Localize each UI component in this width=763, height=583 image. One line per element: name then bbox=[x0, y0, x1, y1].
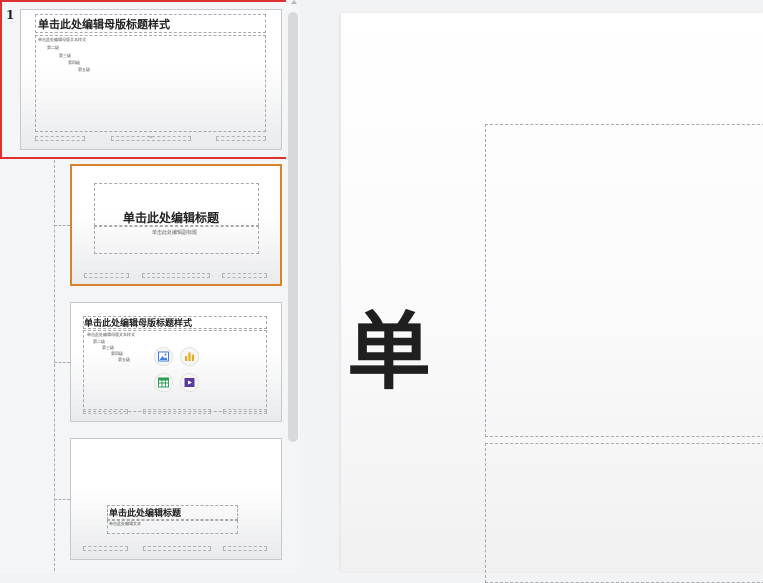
layout-date-placeholder bbox=[84, 273, 129, 278]
content-body-placeholder bbox=[83, 330, 267, 412]
section-number-placeholder bbox=[223, 546, 267, 551]
content-level-1: 单击此处编辑母版文本样式 bbox=[87, 332, 135, 337]
insert-chart-icon[interactable] bbox=[180, 347, 199, 366]
layout-tree-branch bbox=[54, 225, 70, 226]
layout-tree-line bbox=[54, 160, 55, 571]
section-footer-placeholder bbox=[143, 546, 211, 551]
layout-title-slide-thumbnail[interactable]: 单击此处编辑标题 单击此处编辑副标题 bbox=[70, 164, 282, 286]
canvas-title-placeholder[interactable] bbox=[485, 124, 763, 437]
insert-video-icon[interactable] bbox=[180, 373, 199, 392]
section-text: 单击此处编辑文本 bbox=[109, 521, 141, 526]
section-date-placeholder bbox=[83, 546, 128, 551]
content-number-placeholder bbox=[223, 409, 267, 414]
section-title-text: 单击此处编辑标题 bbox=[109, 509, 182, 519]
layout-number-placeholder bbox=[222, 273, 267, 278]
content-level-5: 第五级 bbox=[118, 357, 130, 362]
insert-table-icon[interactable] bbox=[154, 373, 173, 392]
layout-tree-branch bbox=[54, 362, 70, 363]
canvas-title-text[interactable]: 单 bbox=[347, 310, 431, 394]
content-date-placeholder bbox=[83, 409, 128, 414]
layout-tree-branch bbox=[54, 499, 70, 500]
canvas-subtitle-placeholder[interactable] bbox=[485, 443, 763, 583]
insert-picture-icon[interactable] bbox=[154, 347, 173, 366]
layout-content-thumbnail[interactable]: 单击此处编辑母版标题样式 单击此处编辑母版文本样式 第二级 第三级 第四级 第五… bbox=[70, 302, 282, 422]
slide-thumbnail-panel: 1 单击此处编辑母版标题样式 单击此处编辑母版文本样式 第二级 第三级 第四级 … bbox=[0, 0, 300, 571]
master-selection-highlight bbox=[0, 0, 297, 159]
slide-editing-canvas[interactable] bbox=[341, 13, 763, 583]
content-title-text: 单击此处编辑母版标题样式 bbox=[84, 319, 193, 329]
content-footer-placeholder bbox=[143, 409, 211, 414]
scroll-up-arrow-icon[interactable] bbox=[291, 0, 297, 4]
layout-title-text: 单击此处编辑标题 bbox=[123, 211, 220, 225]
layout-subtitle-text: 单击此处编辑副标题 bbox=[152, 230, 198, 236]
scrollbar-thumb[interactable] bbox=[288, 12, 298, 442]
layout-footer-placeholder bbox=[142, 273, 210, 278]
layout-section-header-thumbnail[interactable]: 单击此处编辑标题 单击此处编辑文本 bbox=[70, 438, 282, 560]
